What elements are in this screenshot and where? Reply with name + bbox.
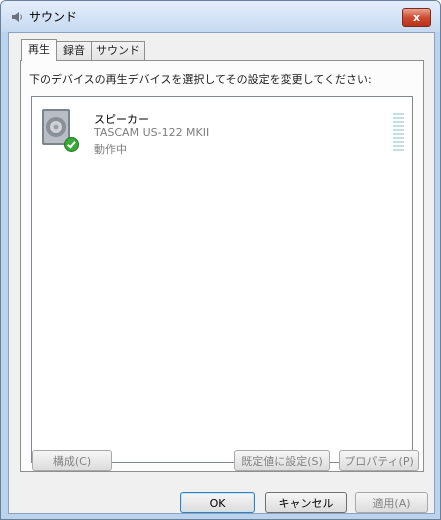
close-button[interactable]: x bbox=[402, 8, 431, 27]
tab-sounds[interactable]: サウンド bbox=[91, 41, 145, 60]
device-name: スピーカー bbox=[94, 113, 149, 126]
device-model: TASCAM US-122 MKII bbox=[94, 126, 210, 139]
dialog-body: 再生 録音 サウンド 下のデバイスの再生デバイスを選択してその設定を変更してくだ… bbox=[8, 32, 435, 514]
configure-button[interactable]: 構成(C) bbox=[32, 450, 112, 471]
instruction-text: 下のデバイスの再生デバイスを選択してその設定を変更してください: bbox=[29, 73, 372, 86]
device-status: 動作中 bbox=[94, 143, 127, 156]
title-bar[interactable]: サウンド x bbox=[1, 1, 440, 32]
ok-button[interactable]: OK bbox=[180, 492, 255, 513]
window-title: サウンド bbox=[29, 10, 78, 24]
volume-level-meter bbox=[393, 113, 404, 153]
tab-playback[interactable]: 再生 bbox=[21, 39, 57, 61]
cancel-button[interactable]: キャンセル bbox=[265, 492, 347, 513]
sound-dialog: サウンド x 再生 録音 サウンド 下のデバイスの再生デバイスを選択してその設定… bbox=[0, 0, 441, 520]
apply-button[interactable]: 適用(A) bbox=[355, 492, 428, 513]
speaker-icon bbox=[12, 12, 22, 22]
default-device-check-icon bbox=[64, 137, 79, 152]
device-list[interactable]: スピーカー TASCAM US-122 MKII 動作中 bbox=[31, 96, 413, 463]
tab-recording[interactable]: 録音 bbox=[56, 41, 92, 60]
properties-button[interactable]: プロパティ(P) bbox=[339, 450, 419, 471]
set-default-button[interactable]: 既定値に設定(S) bbox=[234, 450, 330, 471]
playback-panel: 下のデバイスの再生デバイスを選択してその設定を変更してください: スピーカー T… bbox=[20, 60, 424, 472]
